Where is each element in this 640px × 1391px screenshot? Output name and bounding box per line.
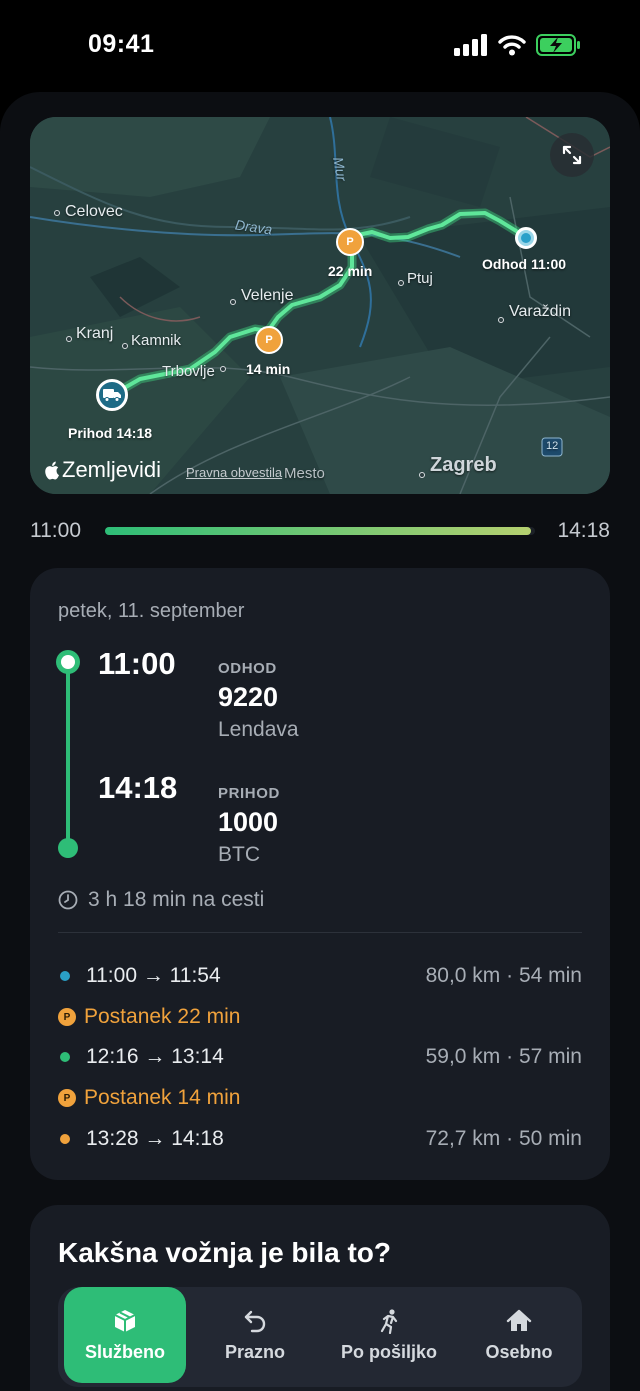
- arrival-place: BTC: [218, 843, 260, 866]
- cellular-signal-icon: [454, 34, 487, 56]
- maps-attribution: Zemljevidi: [44, 457, 161, 483]
- segment-row: 12:16 → 13:14 59,0 km · 57 min: [58, 1042, 582, 1072]
- box-icon: [114, 1309, 136, 1332]
- battery-charging-icon: [536, 34, 580, 56]
- ride-type-selector: Službeno Prazno Po pošiljko Osebno: [58, 1287, 582, 1387]
- segment-times: 12:16 → 13:14: [86, 1045, 224, 1068]
- map-road-number: 12: [546, 440, 559, 452]
- progress-end-time: 14:18: [557, 519, 610, 542]
- trip-duration: 3 h 18 min na cesti: [58, 888, 264, 912]
- stop-pin-1-label: 22 min: [328, 263, 373, 279]
- map-label-varazdin: Varaždin: [509, 303, 571, 320]
- start-pin-label: Odhod 11:00: [482, 256, 567, 272]
- parking-icon: P: [58, 1089, 76, 1107]
- stop-pin-2-label: 14 min: [246, 361, 291, 377]
- truck-icon[interactable]: [96, 379, 128, 411]
- departure-code: 9220: [218, 682, 279, 712]
- map-city-dot: [54, 210, 60, 216]
- stop-row: P Postanek 14 min: [58, 1083, 582, 1113]
- stop-row: P Postanek 22 min: [58, 1002, 582, 1032]
- maps-attribution-text: Zemljevidi: [62, 457, 162, 482]
- trip-progress: 11:00 14:18: [30, 516, 610, 546]
- map-label-kranj: Kranj: [76, 325, 114, 342]
- ride-type-empty[interactable]: Prazno: [194, 1287, 316, 1383]
- arrival-time: 14:18: [98, 770, 178, 805]
- start-pin[interactable]: [515, 227, 537, 249]
- wifi-icon: [498, 35, 526, 56]
- map-label-ptuj: Ptuj: [407, 270, 433, 287]
- apple-logo-icon: [45, 460, 60, 480]
- return-arrow-icon: [244, 1310, 266, 1332]
- expand-map-button[interactable]: [550, 133, 594, 177]
- map-label-kamnik: Kamnik: [131, 332, 182, 349]
- trip-details-card: petek, 11. september 11:00 ODHOD 9220 Le…: [30, 568, 610, 1180]
- ride-type-question: Kakšna vožnja je bila to?: [58, 1237, 391, 1268]
- arrival-code: 1000: [218, 807, 279, 837]
- timeline-end-dot: [58, 838, 78, 858]
- segment-meta: 59,0 km · 57 min: [425, 1045, 582, 1068]
- progress-track: [105, 527, 535, 535]
- segment-dot: [60, 971, 70, 981]
- stop-text: Postanek 14 min: [84, 1086, 241, 1109]
- ride-type-label: Službeno: [85, 1341, 165, 1362]
- segment-dot: [60, 1052, 70, 1062]
- status-time: 09:41: [88, 30, 155, 58]
- segment-row: 13:28 → 14:18 72,7 km · 50 min: [58, 1124, 582, 1154]
- divider: [58, 932, 582, 933]
- segment-meta: 72,7 km · 50 min: [425, 1127, 582, 1150]
- ride-type-personal[interactable]: Osebno: [458, 1287, 580, 1383]
- ride-type-label: Po pošiljko: [340, 1341, 437, 1362]
- map-city-dot: [398, 280, 404, 286]
- segment-row: 11:00 → 11:54 80,0 km · 54 min: [58, 961, 582, 991]
- stop-pin-2[interactable]: P: [255, 326, 283, 354]
- departure-place: Lendava: [218, 718, 299, 741]
- map-label-zagreb: Zagreb: [430, 454, 497, 476]
- segment-times: 13:28 → 14:18: [86, 1127, 224, 1150]
- progress-fill: [105, 527, 531, 535]
- map-city-dot: [419, 472, 425, 478]
- clock-icon: [58, 890, 78, 910]
- map-city-dot: [122, 343, 128, 349]
- ride-type-pickup[interactable]: Po pošiljko: [324, 1287, 454, 1383]
- legal-link[interactable]: Pravna obvestila: [186, 465, 282, 480]
- segment-times: 11:00 → 11:54: [86, 964, 221, 987]
- running-person-icon: [380, 1308, 398, 1334]
- parking-icon: P: [58, 1008, 76, 1026]
- map-label-velenje: Velenje: [241, 287, 294, 304]
- map-city-dot: [230, 299, 236, 305]
- ride-type-label: Prazno: [224, 1341, 285, 1362]
- segment-dot: [60, 1134, 70, 1144]
- map-city-dot: [220, 366, 226, 372]
- end-pin-label: Prihod 14:18: [68, 425, 153, 441]
- progress-start-time: 11:00: [30, 519, 81, 542]
- house-icon: [506, 1309, 532, 1331]
- departure-time: 11:00: [98, 646, 176, 681]
- status-bar: 09:41: [0, 0, 640, 92]
- status-icons: [454, 34, 582, 56]
- segment-meta: 80,0 km · 54 min: [425, 964, 582, 987]
- map-label-celovec: Celovec: [65, 203, 123, 220]
- arrival-kind: PRIHOD: [218, 785, 280, 802]
- map-city-dot: [66, 336, 72, 342]
- timeline-line: [66, 664, 70, 848]
- ride-type-label: Osebno: [485, 1341, 553, 1362]
- expand-icon: [562, 145, 582, 165]
- ride-type-business[interactable]: Službeno: [64, 1287, 186, 1383]
- timeline-start-dot: [56, 650, 80, 674]
- map-label-novo-mesto: Mesto: [284, 465, 325, 482]
- route-map[interactable]: Celovec Drava Mur Velenje Kranj Kamnik T…: [30, 117, 610, 494]
- trip-date: petek, 11. september: [58, 600, 245, 622]
- departure-kind: ODHOD: [218, 660, 277, 677]
- ride-type-card: Kakšna vožnja je bila to? Službeno Prazn…: [30, 1205, 610, 1391]
- trip-duration-text: 3 h 18 min na cesti: [88, 888, 265, 911]
- map-city-dot: [498, 317, 504, 323]
- stop-pin-1[interactable]: P: [336, 228, 364, 256]
- stop-text: Postanek 22 min: [84, 1005, 241, 1028]
- map-label-trbovlje: Trbovlje: [162, 363, 215, 380]
